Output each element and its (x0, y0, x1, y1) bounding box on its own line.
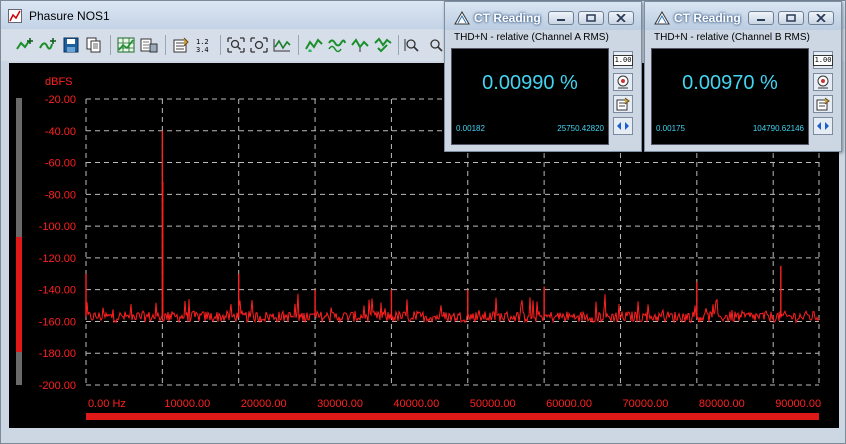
ct-titlebar-a[interactable]: CT Reading (445, 2, 641, 30)
triangle-logo-icon (654, 11, 670, 30)
zoom-x-icon[interactable] (402, 35, 422, 55)
x-tick-label: 50000.00 (470, 398, 516, 410)
minimize-button[interactable] (548, 11, 574, 25)
ct-min-value: 0.00182 (456, 124, 485, 133)
y-tick-label: -160.00 (39, 316, 76, 328)
toolbar-separator (165, 35, 166, 55)
ct-max-value: 25750.42820 (557, 124, 604, 133)
zoom-fit-icon[interactable] (249, 35, 269, 55)
ct-titlebar-b[interactable]: CT Reading (645, 2, 841, 30)
minimize-button[interactable] (748, 11, 774, 25)
maximize-button[interactable] (778, 11, 804, 25)
peak-markers (85, 130, 782, 317)
numeric-icon[interactable]: 1.2 3.4 (194, 35, 214, 55)
save-icon[interactable] (61, 35, 81, 55)
x-tick-label: 10000.00 (164, 398, 210, 410)
x-tick-label: 20000.00 (241, 398, 287, 410)
x-tick-label: 30000.00 (317, 398, 363, 410)
x-tick-label: 60000.00 (546, 398, 592, 410)
ct-display: 0.00990 % 0.00182 25750.42820 (451, 48, 609, 145)
ct-reading-window-a[interactable]: CT Reading THD+N - relative (Channel A R… (444, 1, 642, 152)
target-icon[interactable] (813, 73, 833, 91)
y-tick-label: -80.00 (45, 189, 76, 201)
x-tick-label: 80000.00 (699, 398, 745, 410)
y-tick-label: -200.00 (39, 380, 76, 392)
y-tick-label: -120.00 (39, 253, 76, 265)
ct-title: CT Reading (474, 11, 541, 25)
toolbar-separator (220, 35, 221, 55)
toolbar-separator (298, 35, 299, 55)
ct-max-value: 104790.62146 (752, 124, 804, 133)
cursor-up-icon[interactable] (304, 35, 324, 55)
properties-icon[interactable] (171, 35, 191, 55)
ct-value: 0.00970 % (682, 72, 778, 94)
y-tick-label: -20.00 (45, 94, 76, 106)
close-button[interactable] (608, 11, 634, 25)
close-button[interactable] (808, 11, 834, 25)
decimal-places-button[interactable]: 1.00 (812, 51, 834, 69)
add-curve-icon[interactable] (38, 35, 58, 55)
copy-icon[interactable] (84, 35, 104, 55)
svg-text:3.4: 3.4 (196, 46, 209, 53)
window-title: Phasure NOS1 (29, 9, 110, 23)
ct-reading-window-b[interactable]: CT Reading THD+N - relative (Channel B R… (644, 1, 842, 152)
triangle-logo-icon (454, 11, 470, 30)
properties-icon[interactable] (613, 95, 633, 113)
spectrum-trace (85, 293, 820, 324)
print-preview-icon[interactable] (139, 35, 159, 55)
x-tick-label: 0.00 Hz (88, 398, 126, 410)
y-tick-label: -180.00 (39, 348, 76, 360)
toolbar-separator (110, 35, 111, 55)
maximize-button[interactable] (578, 11, 604, 25)
decimal-label: 1.00 (612, 54, 634, 66)
svg-text:1.2: 1.2 (196, 38, 209, 46)
y-tick-label: -40.00 (45, 126, 76, 138)
target-icon[interactable] (613, 73, 633, 91)
swap-icon[interactable] (813, 117, 833, 135)
x-tick-label: 70000.00 (622, 398, 668, 410)
x-tick-labels: 0.00 Hz 10000.00 20000.00 30000.00 40000.00 5… (88, 398, 821, 410)
ct-display: 0.00970 % 0.00175 104790.62146 (651, 48, 809, 145)
cursor-peak-icon[interactable] (350, 35, 370, 55)
add-trace-icon[interactable] (15, 35, 35, 55)
cursor-wave-icon[interactable] (327, 35, 347, 55)
y-tick-label: -60.00 (45, 158, 76, 170)
y-axis-label: dBFS (45, 76, 73, 88)
app-icon (8, 9, 22, 23)
y-tick-label: -140.00 (39, 285, 76, 297)
cursor-check-icon[interactable] (373, 35, 393, 55)
grid-icon[interactable] (116, 35, 136, 55)
ct-value: 0.00990 % (482, 72, 578, 94)
ct-subtitle: THD+N - relative (Channel B RMS) (654, 32, 810, 43)
zoom-y-icon[interactable] (425, 35, 445, 55)
ct-title: CT Reading (674, 11, 741, 25)
noise-floor-line (85, 293, 820, 324)
y-tick-labels: -20.00 -40.00 -60.00 -80.00 -100.00 -120.00 -1… (39, 94, 76, 392)
ct-subtitle: THD+N - relative (Channel A RMS) (454, 32, 609, 43)
decimal-label: 1.00 (812, 54, 834, 66)
properties-icon[interactable] (813, 95, 833, 113)
x-tick-label: 90000.00 (775, 398, 821, 410)
x-tick-label: 40000.00 (393, 398, 439, 410)
y-tick-label: -100.00 (39, 221, 76, 233)
swap-icon[interactable] (613, 117, 633, 135)
zoom-in-icon[interactable] (226, 35, 246, 55)
ct-min-value: 0.00175 (656, 124, 685, 133)
x-scrollbar[interactable] (86, 413, 819, 420)
toolbar-separator (398, 35, 399, 55)
waveform-icon[interactable] (272, 35, 292, 55)
decimal-places-button[interactable]: 1.00 (612, 51, 634, 69)
level-meter-fill (16, 237, 22, 352)
